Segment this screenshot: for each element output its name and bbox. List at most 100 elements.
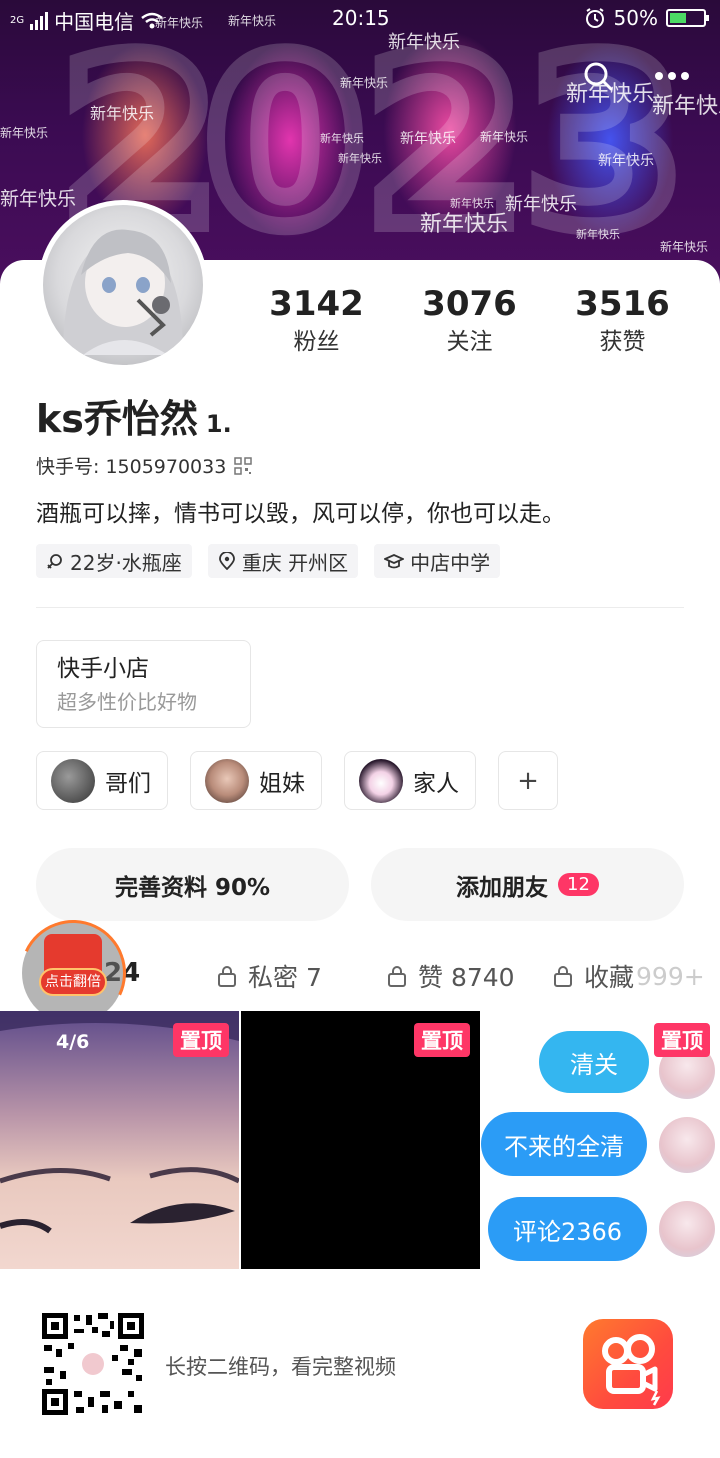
complete-profile-label: 完善资料 90%: [114, 874, 271, 901]
kuaishou-id[interactable]: 快手号: 1505970033: [36, 452, 253, 479]
battery-percent: 50%: [613, 6, 658, 30]
qr-code-icon[interactable]: [234, 456, 253, 475]
group-family[interactable]: 家人: [344, 751, 476, 810]
footer-hint: 长按二维码，看完整视频: [165, 1355, 396, 1379]
shop-card[interactable]: 快手小店 超多性价比好物: [36, 640, 251, 728]
stats-row: 3142 粉丝 3076 关注 3516 获赞: [240, 284, 700, 360]
group-label: 家人: [413, 770, 459, 797]
username: ks乔怡然 1.: [36, 388, 232, 443]
group-avatar: [205, 758, 249, 803]
group-label: 哥们: [105, 770, 151, 797]
group-label: 姐妹: [259, 770, 305, 797]
group-chips: 哥们 姐妹 家人 +: [36, 751, 558, 810]
complete-profile-button[interactable]: 完善资料 90%: [36, 848, 349, 921]
group-avatar: [359, 758, 403, 803]
username-text: ks乔怡然: [36, 397, 198, 441]
pinned-badge: 置顶: [414, 1023, 470, 1057]
divider: [36, 607, 684, 608]
banner-greeting: 新年快乐: [400, 131, 456, 147]
school-icon: [384, 554, 405, 569]
banner-greeting: 新年快乐: [0, 126, 49, 140]
tag-age: 22岁·水瓶座: [36, 544, 192, 578]
media-count: 4/6: [56, 1031, 90, 1053]
tab-extra: 999+: [636, 961, 705, 991]
group-sisters[interactable]: 姐妹: [190, 751, 322, 810]
add-friends-label: 添加朋友: [456, 874, 549, 901]
kuaishou-logo: [583, 1319, 673, 1409]
tab-private[interactable]: 私密 7: [216, 958, 322, 994]
banner-greeting: 新年快乐: [480, 130, 529, 144]
tag-text: 中店中学: [410, 550, 491, 575]
avatar-illustration: [63, 229, 183, 355]
more-icon[interactable]: [654, 71, 690, 81]
camera-logo-icon: [602, 1334, 661, 1406]
chat-bubble: 清关: [539, 1031, 649, 1093]
stat-value: 3516: [575, 284, 670, 324]
tab-label: 赞 8740: [418, 963, 515, 992]
battery-icon: [666, 9, 709, 27]
search-icon[interactable]: [582, 60, 614, 92]
status-bar: 2G 中国电信 20:15 50%: [0, 0, 720, 38]
stat-label: 粉丝: [293, 329, 340, 355]
share-footer: 长按二维码，看完整视频: [0, 1269, 720, 1458]
video-thumbnail[interactable]: 置顶: [241, 1011, 480, 1269]
chat-avatar: [659, 1117, 715, 1173]
stat-label: 获赞: [599, 329, 646, 355]
tab-liked[interactable]: 赞 8740: [386, 958, 515, 994]
network-type: 2G: [10, 15, 25, 26]
group-avatar: [51, 758, 95, 803]
alarm-icon: [585, 8, 604, 28]
tab-label: 私密 7: [248, 963, 322, 992]
location-icon: [218, 552, 235, 570]
banner-greeting: 新年快乐: [576, 228, 620, 241]
banner-greeting: 新年快乐: [320, 132, 364, 145]
tab-favorites[interactable]: 收藏 999+: [552, 958, 705, 994]
lock-icon: [554, 966, 572, 987]
pinned-badge: 置顶: [173, 1023, 229, 1057]
stat-followers[interactable]: 3142 粉丝: [240, 284, 393, 360]
banner-greeting: 新年快乐: [660, 240, 709, 254]
video-thumbnail[interactable]: 清关 不来的全清 评论2366 置顶: [481, 1011, 720, 1269]
add-friends-badge: 12: [558, 873, 599, 896]
chat-avatar: [659, 1201, 715, 1257]
banner-greeting: 新年快乐: [90, 104, 155, 123]
user-level: 1.: [205, 410, 232, 438]
kuaishou-id-text: 快手号: 1505970033: [36, 456, 227, 478]
tab-label: 收藏: [584, 963, 635, 992]
banner-greeting: 新年快乐: [340, 76, 389, 90]
stat-value: 3142: [269, 284, 364, 324]
carrier-name: 中国电信: [54, 10, 135, 34]
bio: 酒瓶可以摔，情书可以毁，风可以停，你也可以走。: [36, 501, 565, 527]
pinned-badge: 置顶: [654, 1023, 710, 1057]
lock-icon: [218, 966, 236, 987]
shop-title: 快手小店: [57, 656, 149, 682]
add-friends-button[interactable]: 添加朋友 12: [371, 848, 684, 921]
tag-text: 重庆 开州区: [241, 550, 349, 575]
signal-icon: [30, 11, 49, 30]
add-group-button[interactable]: +: [498, 751, 558, 810]
banner-greeting: 新年快乐: [598, 153, 654, 169]
red-packet-label: 点击翻倍: [39, 968, 107, 996]
profile-tags: 22岁·水瓶座 重庆 开州区 中店中学: [36, 544, 501, 578]
banner-greeting: 新年快乐: [338, 152, 382, 165]
video-thumbnail[interactable]: 4/6 置顶: [0, 1011, 239, 1269]
stat-value: 3076: [422, 284, 517, 324]
stat-label: 关注: [446, 329, 493, 355]
chat-bubble: 不来的全清: [481, 1112, 647, 1176]
group-brothers[interactable]: 哥们: [36, 751, 168, 810]
stat-likes[interactable]: 3516 获赞: [546, 284, 699, 360]
tag-school: 中店中学: [374, 544, 501, 578]
red-packet-button[interactable]: 点击翻倍: [5, 905, 141, 1041]
shop-subtitle: 超多性价比好物: [57, 690, 197, 714]
banner-greeting: 新年快乐: [0, 188, 77, 210]
wifi-icon: [141, 12, 163, 28]
clock: 20:15: [332, 6, 390, 30]
avatar[interactable]: [38, 200, 208, 370]
chat-bubble: 评论2366: [488, 1197, 647, 1261]
banner-greeting: 新年快乐: [450, 197, 494, 210]
qr-code[interactable]: [40, 1311, 146, 1417]
banner-greeting: 新年快乐: [652, 94, 720, 119]
stat-following[interactable]: 3076 关注: [393, 284, 546, 360]
tag-location: 重庆 开州区: [207, 544, 359, 578]
gender-icon: [47, 554, 62, 569]
